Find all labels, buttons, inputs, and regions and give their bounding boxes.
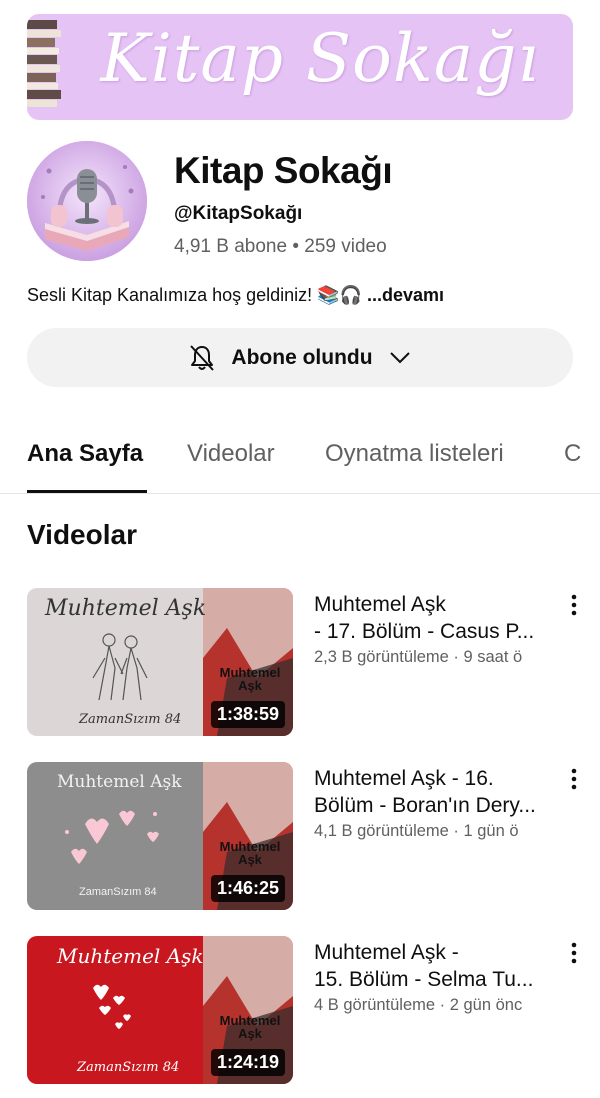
channel-name: Kitap Sokağı: [174, 150, 393, 191]
video-thumbnail[interactable]: Muhtemel Aşk ZamanSızım 84 Muhtemel Aşk …: [27, 762, 293, 910]
show-more-link[interactable]: ...devamı: [367, 285, 444, 305]
description-text: Sesli Kitap Kanalımıza hoş geldiniz! 📚🎧: [27, 285, 362, 305]
video-duration: 1:24:19: [210, 1049, 285, 1076]
tab-videos[interactable]: Videolar: [187, 440, 275, 468]
video-title[interactable]: Muhtemel Aşk - 15. Bölüm - Selma Tu...: [314, 939, 554, 993]
video-title-line: Muhtemel Aşk: [314, 593, 446, 616]
stats-separator: •: [292, 236, 299, 257]
bell-off-icon: [190, 344, 215, 371]
video-count: 259 video: [304, 236, 387, 257]
tab-community-partial[interactable]: C: [564, 440, 600, 468]
video-meta: 4 B görüntüleme · 2 gün önc: [314, 996, 523, 1014]
video-title-line: Muhtemel Aşk -: [314, 941, 459, 964]
channel-tabs: Ana Sayfa Videolar Oynatma listeleri C: [0, 432, 600, 494]
tab-home[interactable]: Ana Sayfa: [27, 440, 143, 468]
thumbnail-author: ZamanSızım 84: [79, 712, 182, 727]
video-meta: 4,1 B görüntüleme · 1 gün ö: [314, 822, 519, 840]
video-title-line: 15. Bölüm - Selma Tu...: [314, 968, 534, 991]
channel-banner: Kitap Sokağı: [27, 14, 573, 120]
thumbnail-title: Muhtemel Aşk: [57, 772, 182, 792]
more-options-icon[interactable]: [564, 766, 584, 792]
banner-title: Kitap Sokağı: [100, 20, 540, 97]
video-thumbnail[interactable]: Muhtemel Aşk ZamanSızım 84 Muhtemel Aşk …: [27, 936, 293, 1084]
subscribed-button[interactable]: Abone olundu: [27, 328, 573, 387]
video-item[interactable]: Muhtemel Aşk ZamanSızım 84 Muhtemel Aşk …: [27, 936, 600, 1084]
channel-description[interactable]: Sesli Kitap Kanalımıza hoş geldiniz! 📚🎧 …: [27, 285, 444, 306]
video-thumbnail[interactable]: Muhtemel Aşk ZamanSızım 84 Muhtemel Aşk …: [27, 588, 293, 736]
section-title: Videolar: [27, 519, 137, 550]
more-options-icon[interactable]: [564, 592, 584, 618]
channel-stats: 4,91 B abone • 259 video: [174, 236, 387, 258]
video-duration: 1:38:59: [210, 701, 285, 728]
books-stack-icon: [27, 20, 61, 107]
thumbnail-title: Muhtemel Aşk: [45, 596, 207, 621]
thumbnail-side-text: Muhtemel Aşk: [219, 839, 281, 867]
video-title-line: - 17. Bölüm - Casus P...: [314, 620, 535, 643]
video-item[interactable]: Muhtemel Aşk ZamanSızım 84 Muhtemel Aşk …: [27, 762, 600, 910]
video-title[interactable]: Muhtemel Aşk - 17. Bölüm - Casus P...: [314, 591, 554, 645]
tab-playlists[interactable]: Oynatma listeleri: [325, 440, 504, 468]
thumbnail-title: Muhtemel Aşk: [57, 944, 204, 968]
thumbnail-side-text: Muhtemel Aşk: [219, 1013, 281, 1041]
more-options-icon[interactable]: [564, 940, 584, 966]
active-tab-indicator: [27, 490, 147, 493]
video-title[interactable]: Muhtemel Aşk - 16. Bölüm - Boran'ın Dery…: [314, 765, 554, 819]
subscribed-label: Abone olundu: [231, 345, 373, 369]
channel-handle: @KitapSokağı: [174, 203, 303, 224]
thumbnail-author: ZamanSızım 84: [79, 886, 157, 898]
chevron-down-icon: [389, 351, 410, 363]
video-item[interactable]: Muhtemel Aşk ZamanSızım 84 Muhtemel Aşk …: [27, 588, 600, 736]
subscriber-count: 4,91 B abone: [174, 236, 288, 257]
channel-avatar[interactable]: [27, 141, 147, 261]
video-title-line: Muhtemel Aşk - 16.: [314, 767, 494, 790]
video-meta: 2,3 B görüntüleme · 9 saat ö: [314, 648, 523, 666]
video-title-line: Bölüm - Boran'ın Dery...: [314, 794, 536, 817]
thumbnail-side-text: Muhtemel Aşk: [219, 665, 281, 693]
thumbnail-author: ZamanSızım 84: [77, 1060, 180, 1075]
video-duration: 1:46:25: [210, 875, 285, 902]
